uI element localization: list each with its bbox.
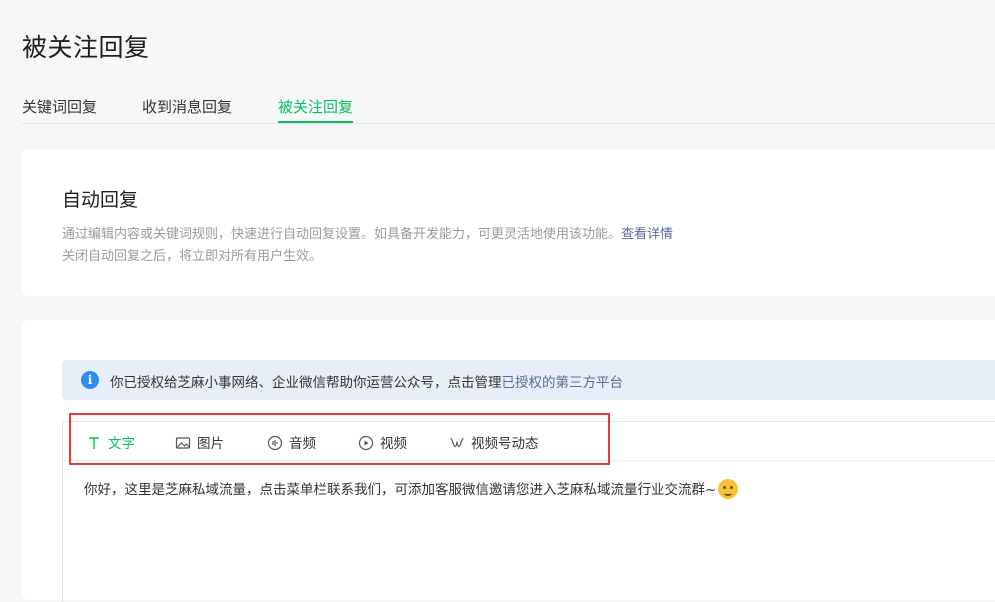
view-details-link[interactable]: 查看详情: [621, 227, 673, 242]
description-text: 通过编辑内容或关键词规则，快速进行自动回复设置。如具备开发能力，可更灵活地使用该…: [62, 227, 622, 242]
info-icon: i: [81, 371, 99, 389]
authorization-notice: i 你已授权给芝麻小事网络、企业微信帮助你运营公众号，点击管理已授权的第三方平台: [62, 360, 995, 400]
notice-message: 你已授权给芝麻小事网络、企业微信帮助你运营公众号，点击管理: [110, 375, 502, 391]
tab-message-reply[interactable]: 收到消息回复: [142, 96, 232, 123]
reply-content-text: 你好，这里是芝麻私域流量，点击菜单栏联系我们，可添加客服微信邀请您进入芝麻私域流…: [84, 482, 717, 498]
smiling-face-emoji: [718, 479, 739, 499]
section-title: 自动回复: [62, 189, 139, 211]
auto-reply-info-card: 自动回复 通过编辑内容或关键词规则，快速进行自动回复设置。如具备开发能力，可更灵…: [22, 149, 995, 296]
annotation-highlight-box: [69, 413, 610, 465]
description-line-1: 通过编辑内容或关键词规则，快速进行自动回复设置。如具备开发能力，可更灵活地使用该…: [62, 223, 673, 242]
page-title: 被关注回复: [22, 33, 150, 62]
description-line-2: 关闭自动回复之后，将立即对所有用户生效。: [62, 249, 323, 264]
tab-bar: 关键词回复 收到消息回复 被关注回复: [22, 96, 995, 124]
notice-text: 你已授权给芝麻小事网络、企业微信帮助你运营公众号，点击管理已授权的第三方平台: [110, 371, 623, 391]
tab-follow-reply[interactable]: 被关注回复: [278, 96, 354, 123]
reply-content[interactable]: 你好，这里是芝麻私域流量，点击菜单栏联系我们，可添加客服微信邀请您进入芝麻私域流…: [84, 478, 739, 499]
authorized-platforms-link[interactable]: 已授权的第三方平台: [502, 375, 624, 391]
tab-keyword-reply[interactable]: 关键词回复: [22, 96, 97, 123]
